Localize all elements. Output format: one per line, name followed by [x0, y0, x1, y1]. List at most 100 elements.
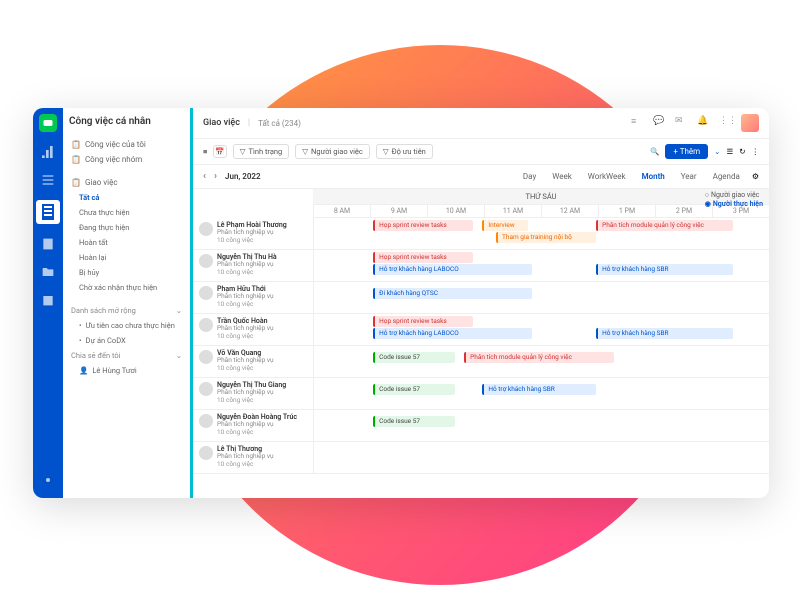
filter-wait[interactable]: Chờ xác nhận thực hiện [77, 280, 184, 295]
tab-count[interactable]: Tất cả (234) [258, 119, 301, 128]
person-avatar [199, 446, 213, 460]
task-bar[interactable]: Họp sprint review tasks [373, 220, 473, 231]
person-row: Nguyễn Thị Thu GiangPhân tích nghiệp vụ1… [193, 378, 769, 410]
person-avatar [199, 318, 213, 332]
person-row: Võ Văn QuangPhân tích nghiệp vụ10 công v… [193, 346, 769, 378]
view-year[interactable]: Year [677, 170, 701, 183]
comment-icon[interactable]: 💬 [653, 116, 667, 130]
task-bar[interactable]: Interview [482, 220, 528, 231]
my-tasks-link[interactable]: 📋 Công việc của tôi [69, 137, 184, 152]
filter-bar: ≡ 📅 ▽ Tình trạng ▽ Người giao việc ▽ Độ … [193, 139, 769, 165]
month-label: Jun, 2022 [225, 172, 261, 181]
priority-filter[interactable]: ▽ Độ ưu tiên [376, 144, 433, 159]
person-row: Nguyễn Thị Thu HàPhân tích nghiệp vụ10 c… [193, 250, 769, 282]
hour-header: 8 AM9 AM10 AM11 AM12 AM1 PM2 PM3 PM [193, 205, 769, 218]
assign-link[interactable]: 📋 Giao việc [69, 175, 184, 190]
chevron-down-icon: ⌄ [176, 351, 182, 360]
view-week[interactable]: Week [548, 170, 576, 183]
assigner-filter[interactable]: ▽ Người giao việc [295, 144, 370, 159]
expanded-group[interactable]: Danh sách mở rộng⌄ [69, 303, 184, 318]
chevron-down-icon: ⌄ [176, 306, 182, 315]
filter-doing[interactable]: Đang thực hiện [77, 220, 184, 235]
task-bar[interactable]: Code issue 57 [373, 352, 455, 363]
person-avatar [199, 350, 213, 364]
task-bar[interactable]: Phân tích module quản lý công việc [464, 352, 614, 363]
nav-notes-icon[interactable] [40, 236, 56, 252]
task-bar[interactable]: Họp sprint review tasks [373, 316, 473, 327]
task-bar[interactable]: Hỗ trợ khách hàng SBR [482, 384, 596, 395]
search-icon[interactable]: 🔍 [650, 147, 659, 156]
task-bar[interactable]: Code issue 57 [373, 416, 455, 427]
shared-group[interactable]: Chia sẻ đến tôi⌄ [69, 348, 184, 363]
task-bar[interactable]: Phân tích module quản lý công việc [596, 220, 733, 231]
hour-label: 9 AM [370, 205, 427, 218]
nav-dashboard-icon[interactable] [40, 144, 56, 160]
nav-list-icon[interactable] [40, 172, 56, 188]
app-logo [39, 114, 57, 132]
task-bar[interactable]: Hỗ trợ khách hàng SBR [596, 328, 733, 339]
task-count: 10 công việc [217, 301, 274, 309]
view-month[interactable]: Month [638, 170, 669, 183]
view-agenda[interactable]: Agenda [709, 170, 744, 183]
filter-all[interactable]: Tất cả [77, 190, 184, 205]
person-avatar [199, 254, 213, 268]
person-row: Trần Quốc HoànPhân tích nghiệp vụ10 công… [193, 314, 769, 346]
filter-back[interactable]: Hoàn lại [77, 250, 184, 265]
refresh-icon[interactable]: ↻ [739, 147, 745, 156]
person-avatar [199, 286, 213, 300]
task-bar[interactable]: Hỗ trợ khách hàng LABOCO [373, 328, 532, 339]
bell-icon[interactable]: 🔔 [697, 116, 711, 130]
app-window: Công việc cá nhân 📋 Công việc của tôi 📋 … [33, 108, 769, 498]
filter-not-done[interactable]: Chưa thực hiện [77, 205, 184, 220]
person-row: Phạm Hữu ThớiPhân tích nghiệp vụ10 công … [193, 282, 769, 314]
person-avatar [199, 382, 213, 396]
user-avatar[interactable] [741, 114, 759, 132]
top-bar: Giao việc | Tất cả (234) ≡ 💬 ✉ 🔔 ⋮⋮ [193, 108, 769, 139]
add-button[interactable]: + Thêm [665, 144, 708, 159]
view-workweek[interactable]: WorkWeek [584, 170, 630, 183]
list-view-icon[interactable]: ≡ [203, 147, 207, 156]
menu-icon[interactable]: ≡ [631, 116, 645, 130]
prev-month[interactable]: ‹ [203, 171, 206, 182]
nav-tasks-icon[interactable] [36, 200, 60, 224]
task-count: 10 công việc [217, 397, 286, 405]
main-content: Giao việc | Tất cả (234) ≡ 💬 ✉ 🔔 ⋮⋮ ≡ 📅 … [193, 108, 769, 498]
task-bar[interactable]: Họp sprint review tasks [373, 252, 473, 263]
listview-icon[interactable]: ☰ [726, 147, 733, 156]
radio-assigner[interactable]: ○ Người giao việc [705, 191, 763, 199]
person-avatar [199, 222, 213, 236]
task-bar[interactable]: Hỗ trợ khách hàng SBR [596, 264, 733, 275]
status-filter[interactable]: ▽ Tình trạng [233, 144, 290, 159]
settings-icon[interactable] [40, 472, 56, 488]
task-bar[interactable]: Tham gia training nội bộ [496, 232, 596, 243]
hour-label: 10 AM [427, 205, 484, 218]
nav-folder-icon[interactable] [40, 264, 56, 280]
high-priority-link[interactable]: • Ưu tiên cao chưa thực hiện [77, 318, 184, 333]
day-label: THỨ SÁU ○ Người giao việc ◉ Người thực h… [313, 189, 769, 205]
task-count: 10 công việc [217, 269, 277, 277]
task-bar[interactable]: Code issue 57 [373, 384, 455, 395]
day-header: THỨ SÁU ○ Người giao việc ◉ Người thực h… [193, 189, 769, 205]
navigation-sidebar: Công việc cá nhân 📋 Công việc của tôi 📋 … [63, 108, 193, 498]
task-count: 10 công việc [217, 237, 287, 245]
filter-cancel[interactable]: Bị hủy [77, 265, 184, 280]
group-tasks-link[interactable]: 📋 Công việc nhóm [69, 152, 184, 167]
radio-executor[interactable]: ◉ Người thực hiện [705, 200, 763, 208]
mail-icon[interactable]: ✉ [675, 116, 689, 130]
cal-settings-icon[interactable]: ⚙ [752, 172, 759, 181]
calendar-view-icon[interactable]: 📅 [213, 145, 226, 158]
next-month[interactable]: › [214, 171, 217, 182]
shared-person[interactable]: 👤 Lê Hùng Tươi [77, 363, 184, 378]
codx-project-link[interactable]: • Dự án CoDX [77, 333, 184, 348]
apps-icon[interactable]: ⋮⋮ [719, 116, 733, 130]
dropdown-icon[interactable]: ⌄ [714, 147, 720, 156]
task-count: 10 công việc [217, 365, 274, 373]
nav-calendar-icon[interactable] [40, 292, 56, 308]
task-bar[interactable]: Hỗ trợ khách hàng LABOCO [373, 264, 532, 275]
more-icon[interactable]: ⋮ [752, 147, 760, 156]
icon-sidebar [33, 108, 63, 498]
filter-done[interactable]: Hoàn tất [77, 235, 184, 250]
view-day[interactable]: Day [519, 170, 540, 183]
task-bar[interactable]: Đi khách hàng QTSC [373, 288, 532, 299]
person-row: Nguyễn Đoàn Hoàng TrúcPhân tích nghiệp v… [193, 410, 769, 442]
